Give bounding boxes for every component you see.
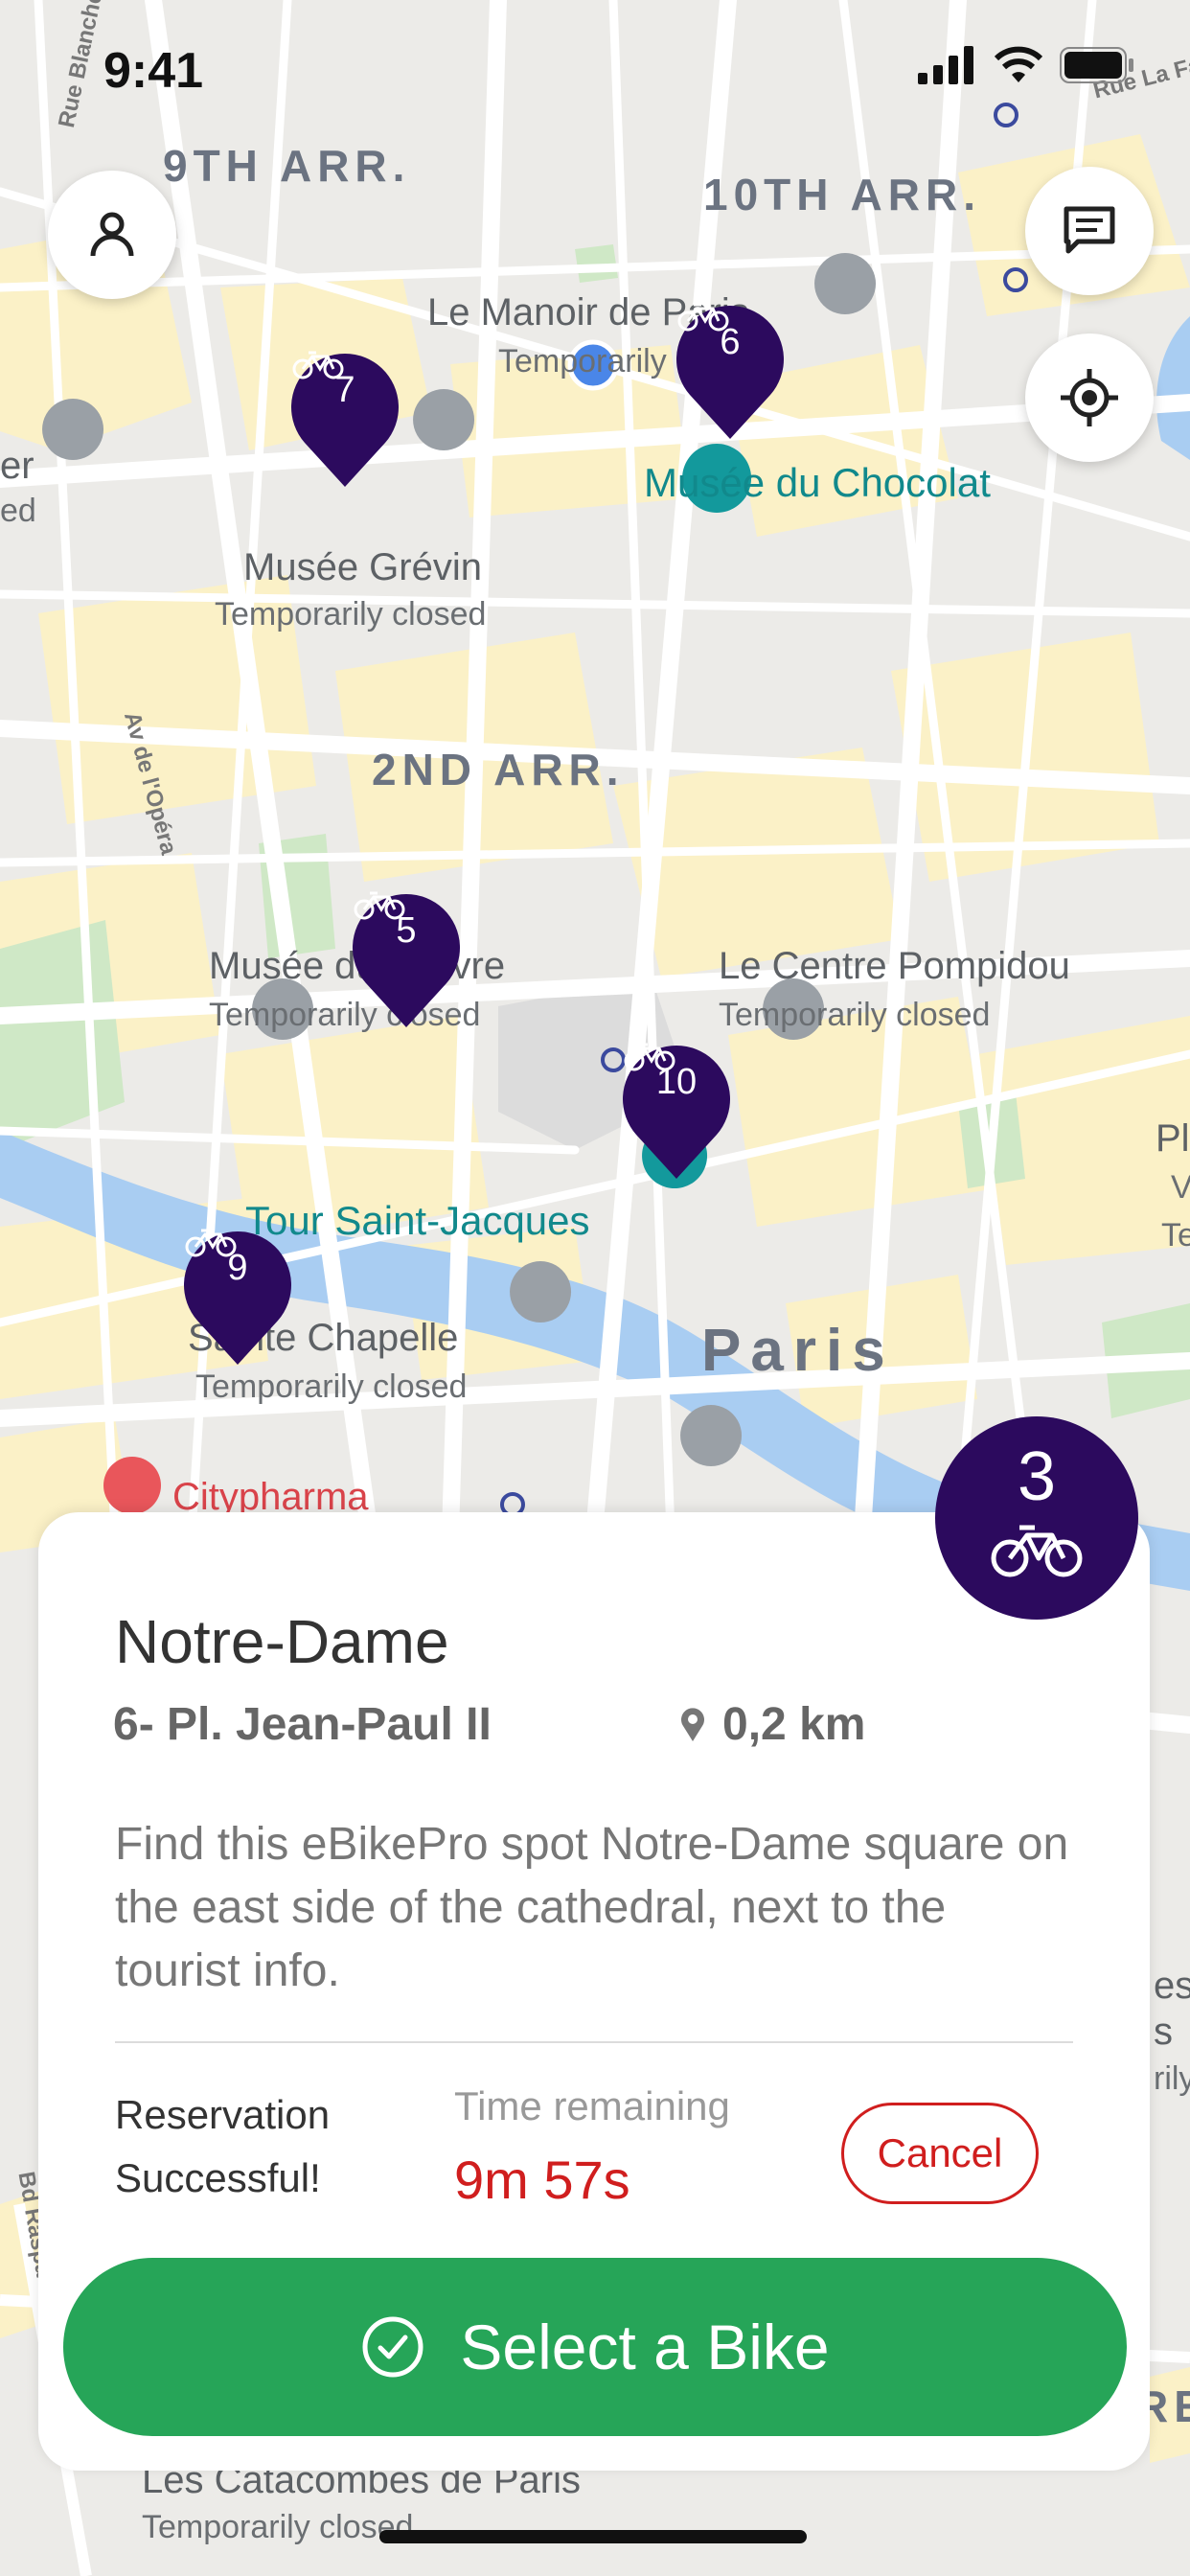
edge-label: es <box>1154 1965 1190 2007</box>
selected-station-count-badge: 3 <box>935 1416 1138 1620</box>
edge-label: Te <box>1161 1217 1190 1254</box>
station-name: Notre-Dame <box>115 1607 449 1676</box>
check-circle-icon <box>362 2316 423 2378</box>
divider <box>115 2041 1073 2043</box>
person-icon <box>90 212 134 257</box>
edge-label: ed <box>0 493 36 529</box>
station-address: 6- Pl. Jean-Paul II <box>113 1699 492 1750</box>
area-label-2nd-arr: 2ND ARR. <box>372 745 625 794</box>
messages-button[interactable] <box>1025 167 1154 295</box>
poi-musee-grevin-status: Temporarily closed <box>215 596 487 632</box>
area-label-paris: Paris <box>701 1318 895 1384</box>
poi-catacombes-status: Temporarily closed <box>142 2509 414 2545</box>
crosshair-location-icon <box>1061 369 1118 426</box>
poi-sainte-chapelle-status: Temporarily closed <box>195 1368 468 1405</box>
station-description: Find this eBikePro spot Notre-Dame squar… <box>115 1819 1069 1996</box>
poi-musee-grevin-name[interactable]: Musée Grévin <box>243 546 482 589</box>
bicycle-icon <box>354 891 405 920</box>
poi-pompidou-status: Temporarily closed <box>719 997 991 1033</box>
bicycle-icon <box>677 303 729 332</box>
bicycle-icon <box>991 1525 1083 1577</box>
bicycle-icon <box>185 1229 237 1257</box>
location-pin-icon <box>681 1707 704 1741</box>
station-pin[interactable]: 5 <box>353 891 460 1029</box>
station-pin[interactable]: 6 <box>676 303 784 441</box>
edge-label: Pl <box>1156 1117 1190 1160</box>
poi-musee-chocolat-name[interactable]: Musée du Chocolat <box>644 460 991 506</box>
my-location-button[interactable] <box>1025 334 1154 462</box>
bicycle-icon <box>292 351 344 380</box>
station-distance-value: 0,2 km <box>722 1699 866 1750</box>
status-time: 9:41 <box>103 43 204 99</box>
status-icons <box>918 46 1134 84</box>
station-pin[interactable]: 9 <box>184 1229 291 1367</box>
edge-label: er <box>0 445 34 487</box>
poi-tour-saint-jacques-name[interactable]: Tour Saint-Jacques <box>245 1198 590 1244</box>
time-remaining-value: 9m 57s <box>454 2150 630 2210</box>
edge-label: V <box>1171 1169 1190 1206</box>
battery-icon <box>1060 47 1133 83</box>
edge-label: rily <box>1154 2060 1190 2097</box>
chat-icon <box>1064 206 1115 254</box>
station-distance: 0,2 km <box>680 1698 865 1751</box>
station-pin[interactable]: 10 <box>623 1043 730 1181</box>
station-pin[interactable]: 7 <box>291 351 399 489</box>
edge-label: s <box>1154 2011 1173 2053</box>
cellular-signal-icon <box>918 46 973 84</box>
area-label-9th-arr: 9TH ARR. <box>163 141 411 191</box>
profile-button[interactable] <box>48 171 176 299</box>
time-remaining-label: Time remaining <box>454 2083 730 2128</box>
home-indicator[interactable] <box>379 2530 807 2543</box>
bicycle-icon <box>624 1043 675 1071</box>
reservation-status: Reservation Successful! <box>115 2092 331 2200</box>
poi-pompidou-name[interactable]: Le Centre Pompidou <box>719 945 1070 988</box>
area-label-10th-arr: 10TH ARR. <box>703 170 981 219</box>
cancel-reservation-button[interactable]: Cancel <box>841 2103 1039 2204</box>
select-bike-button[interactable]: Select a Bike <box>63 2258 1127 2436</box>
wifi-icon <box>994 46 1043 82</box>
selected-station-bike-count: 3 <box>1017 1438 1057 1515</box>
select-bike-label: Select a Bike <box>460 2312 830 2382</box>
